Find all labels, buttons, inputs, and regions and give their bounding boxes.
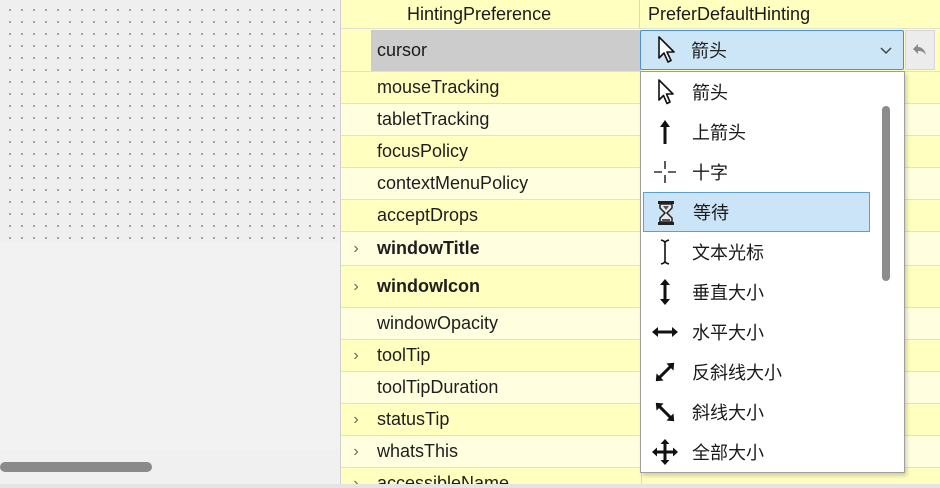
- expand-chevron-icon[interactable]: ›: [349, 266, 363, 307]
- property-name: toolTipDuration: [377, 377, 499, 397]
- property-name: toolTip: [377, 345, 431, 365]
- window-bottom-edge: [0, 484, 940, 488]
- property-name: HintingPreference: [407, 3, 552, 24]
- cursor-option-resize-horizontal[interactable]: 水平大小: [643, 312, 870, 352]
- cursor-option-crosshair[interactable]: 十字: [643, 152, 870, 192]
- property-name: contextMenuPolicy: [377, 173, 529, 193]
- undo-arrow-icon: [913, 44, 926, 55]
- reset-property-button[interactable]: [905, 30, 935, 70]
- crosshair-cursor-icon: [654, 161, 676, 183]
- up-arrow-cursor-icon: [660, 120, 670, 144]
- cursor-options-dropdown[interactable]: 箭头 上箭头 十字 等待 文本光标 垂直大小 水平大小 反斜线大小 斜线大小 全…: [640, 71, 905, 473]
- expand-chevron-icon[interactable]: ›: [349, 232, 363, 265]
- cursor-option-wait[interactable]: 等待: [643, 192, 870, 232]
- option-label: 垂直大小: [692, 283, 764, 303]
- resize-diagonal-backslash-icon: [655, 362, 675, 382]
- cursor-option-up-arrow[interactable]: 上箭头: [643, 112, 870, 152]
- option-label: 反斜线大小: [692, 363, 782, 383]
- chevron-down-icon: [880, 47, 892, 55]
- expand-chevron-icon[interactable]: ›: [349, 468, 363, 485]
- resize-vertical-icon: [660, 279, 670, 305]
- cursor-option-resize-slash[interactable]: 斜线大小: [643, 392, 870, 432]
- cursor-option-ibeam[interactable]: 文本光标: [643, 232, 870, 272]
- expand-chevron-icon[interactable]: ›: [349, 404, 363, 435]
- cursor-combo-box[interactable]: 箭头: [640, 30, 904, 70]
- option-label: 箭头: [692, 83, 728, 103]
- cursor-option-resize-vertical[interactable]: 垂直大小: [643, 272, 870, 312]
- arrow-cursor-icon: [658, 36, 675, 63]
- property-name: mouseTracking: [377, 77, 500, 97]
- form-canvas-grid[interactable]: [0, 0, 340, 242]
- property-name: windowIcon: [377, 276, 480, 296]
- property-name: acceptDrops: [377, 205, 479, 225]
- cursor-option-arrow[interactable]: 箭头: [643, 72, 870, 112]
- ibeam-cursor-icon: [660, 239, 670, 265]
- dropdown-scrollbar-thumb[interactable]: [882, 106, 890, 281]
- resize-horizontal-icon: [652, 327, 678, 337]
- combo-value: 箭头: [691, 41, 727, 61]
- arrow-cursor-icon: [658, 79, 674, 105]
- option-label: 等待: [693, 203, 729, 223]
- resize-all-icon: [652, 439, 678, 465]
- property-value[interactable]: PreferDefaultHinting: [639, 0, 810, 28]
- property-row-hinting[interactable]: HintingPreference PreferDefaultHinting: [341, 0, 940, 29]
- option-label: 水平大小: [692, 323, 764, 343]
- property-name: accessibleName: [377, 473, 510, 484]
- property-name: statusTip: [377, 409, 450, 429]
- property-name: windowOpacity: [377, 313, 499, 333]
- hourglass-icon: [658, 201, 674, 225]
- cursor-option-resize-backslash[interactable]: 反斜线大小: [643, 352, 870, 392]
- cursor-option-resize-all[interactable]: 全部大小: [643, 432, 870, 472]
- expand-chevron-icon[interactable]: ›: [349, 436, 363, 467]
- property-name: focusPolicy: [377, 141, 469, 161]
- option-label: 文本光标: [692, 243, 764, 263]
- resize-diagonal-slash-icon: [655, 402, 675, 422]
- option-label: 全部大小: [692, 443, 764, 463]
- horizontal-scrollbar-thumb[interactable]: [0, 462, 152, 472]
- property-name-cursor: cursor: [371, 30, 641, 71]
- option-label: 上箭头: [692, 123, 746, 143]
- expand-chevron-icon[interactable]: ›: [349, 340, 363, 371]
- property-name: whatsThis: [377, 441, 459, 461]
- property-name: tabletTracking: [377, 109, 490, 129]
- form-canvas-area[interactable]: [0, 242, 340, 450]
- option-label: 十字: [692, 163, 728, 183]
- property-name: windowTitle: [377, 238, 480, 258]
- option-label: 斜线大小: [692, 403, 764, 423]
